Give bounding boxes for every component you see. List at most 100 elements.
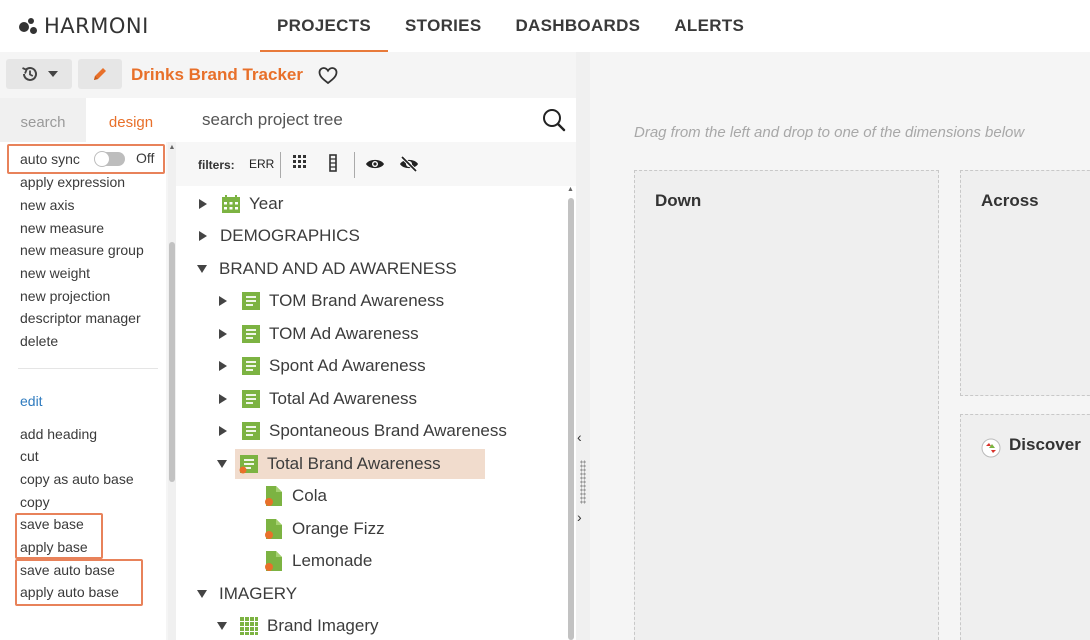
collapse-triangle-icon[interactable] [216, 621, 228, 631]
question-icon [242, 357, 260, 375]
eye-icon[interactable] [365, 157, 385, 171]
tree-node-total-brand-awareness[interactable]: Total Brand Awareness [216, 449, 441, 479]
scroll-up-icon[interactable]: ▲ [168, 144, 176, 151]
menu-descriptor-manager[interactable]: descriptor manager [20, 310, 141, 326]
menu-new-projection[interactable]: new projection [20, 288, 110, 304]
nav-dashboards[interactable]: DASHBOARDS [498, 0, 657, 52]
project-toolbar: Drinks Brand Tracker [0, 52, 576, 98]
project-tree: Year DEMOGRAPHICS BRAND AND AD AWARENESS… [176, 186, 566, 640]
tree-node-spontaneous-brand-awareness[interactable]: Spontaneous Brand Awareness [218, 416, 507, 446]
tree-node-cola[interactable]: Cola [264, 481, 327, 511]
calendar-icon [222, 195, 240, 213]
harmoni-app: HARMONI PROJECTS STORIES DASHBOARDS ALER… [0, 0, 1090, 640]
code-icon [265, 551, 282, 571]
discover-panel[interactable]: Discover [960, 414, 1090, 640]
tree-node-year[interactable]: Year [198, 189, 283, 219]
filter-divider [280, 152, 281, 178]
menu-copy[interactable]: copy [20, 494, 50, 510]
expand-triangle-icon[interactable] [218, 425, 228, 437]
tree-node-total-ad-awareness[interactable]: Total Ad Awareness [218, 384, 417, 414]
menu-scroll-thumb[interactable] [169, 242, 175, 482]
history-button[interactable] [6, 59, 72, 89]
menu-delete[interactable]: delete [20, 333, 58, 349]
harmoni-logo[interactable]: HARMONI [18, 12, 149, 40]
tree-node-lemonade[interactable]: Lemonade [264, 546, 372, 576]
chevron-left-icon[interactable]: ‹ [577, 429, 582, 445]
menu-new-measure-group[interactable]: new measure group [20, 242, 144, 258]
menu-apply-base[interactable]: apply base [20, 539, 88, 555]
menu-copy-as-auto-base[interactable]: copy as auto base [20, 471, 134, 487]
chevron-down-icon [48, 71, 58, 77]
tree-node-brand-imagery[interactable]: Brand Imagery [216, 611, 379, 640]
edit-project-button[interactable] [78, 59, 122, 89]
main-nav: PROJECTS STORIES DASHBOARDS ALERTS [260, 0, 761, 52]
tree-search-bar [176, 98, 576, 142]
favorite-heart-icon[interactable] [318, 66, 338, 85]
chevron-right-icon[interactable]: › [577, 509, 582, 525]
menu-new-measure[interactable]: new measure [20, 220, 104, 236]
scroll-up-icon[interactable]: ▲ [567, 186, 574, 193]
menu-add-heading[interactable]: add heading [20, 426, 97, 442]
panel-splitter[interactable]: ‹ › [576, 52, 590, 640]
search-icon[interactable] [542, 108, 566, 132]
filters-label: filters: [198, 158, 235, 172]
tree-node-label: Lemonade [292, 551, 373, 570]
collapse-triangle-icon[interactable] [216, 459, 228, 469]
column-filter-icon[interactable] [328, 154, 338, 172]
filter-bar: filters: ERR [176, 142, 576, 186]
auto-sync-label: auto sync [20, 151, 80, 167]
tree-scroll-thumb[interactable] [568, 198, 574, 640]
tree-node-spont-ad-awareness[interactable]: Spont Ad Awareness [218, 351, 426, 381]
menu-new-axis[interactable]: new axis [20, 197, 74, 213]
panel-tabs: search design [0, 98, 176, 142]
nav-projects[interactable]: PROJECTS [260, 0, 389, 52]
expand-triangle-icon[interactable] [218, 328, 228, 340]
menu-cut[interactable]: cut [20, 448, 39, 464]
menu-save-auto-base[interactable]: save auto base [20, 562, 115, 578]
filter-err-button[interactable]: ERR [249, 157, 274, 171]
tab-search[interactable]: search [0, 98, 86, 142]
tree-node-brand-and-ad-awareness[interactable]: BRAND AND AD AWARENESS [196, 254, 457, 284]
expand-triangle-icon[interactable] [198, 230, 208, 242]
tree-node-orange-fizz[interactable]: Orange Fizz [264, 514, 385, 544]
drag-grip-icon[interactable] [580, 460, 586, 504]
collapse-triangle-icon[interactable] [196, 589, 208, 599]
menu-apply-expression[interactable]: apply expression [20, 174, 125, 190]
expand-triangle-icon[interactable] [218, 393, 228, 405]
code-icon [265, 486, 282, 506]
drop-zone-title: Across [981, 191, 1039, 210]
history-icon [22, 66, 37, 81]
grid-filter-icon[interactable] [292, 154, 308, 170]
nav-stories[interactable]: STORIES [388, 0, 498, 52]
tree-node-tom-brand-awareness[interactable]: TOM Brand Awareness [218, 286, 444, 316]
menu-edit-link[interactable]: edit [20, 393, 43, 409]
tree-node-tom-ad-awareness[interactable]: TOM Ad Awareness [218, 319, 419, 349]
collapse-triangle-icon[interactable] [196, 264, 208, 274]
tree-node-imagery[interactable]: IMAGERY [196, 579, 297, 609]
tree-search-input[interactable] [186, 104, 526, 136]
tree-node-label: BRAND AND AD AWARENESS [219, 259, 457, 278]
drop-zone-across[interactable]: Across [960, 170, 1090, 396]
menu-apply-auto-base[interactable]: apply auto base [20, 584, 119, 600]
eye-off-icon[interactable] [399, 155, 419, 173]
menu-divider [18, 368, 158, 369]
expand-triangle-icon[interactable] [218, 360, 228, 372]
tab-design[interactable]: design [86, 98, 176, 142]
tree-node-demographics[interactable]: DEMOGRAPHICS [198, 221, 360, 251]
tree-node-label: Brand Imagery [267, 616, 379, 635]
question-icon [242, 422, 260, 440]
nav-alerts[interactable]: ALERTS [657, 0, 761, 52]
design-menu: auto sync Off apply expression new axis … [0, 142, 166, 640]
auto-sync-toggle[interactable] [94, 151, 125, 167]
menu-new-weight[interactable]: new weight [20, 265, 90, 281]
expand-triangle-icon[interactable] [198, 198, 208, 210]
tree-node-label: IMAGERY [219, 584, 298, 603]
pencil-icon [94, 68, 106, 80]
menu-save-base[interactable]: save base [20, 516, 84, 532]
drop-zone-down[interactable]: Down [634, 170, 939, 640]
menu-scrollbar[interactable]: ▲ [168, 142, 176, 640]
tree-scrollbar[interactable]: ▲ [566, 186, 576, 640]
filter-divider [354, 152, 355, 178]
tree-node-label: Total Brand Awareness [267, 454, 441, 473]
expand-triangle-icon[interactable] [218, 295, 228, 307]
